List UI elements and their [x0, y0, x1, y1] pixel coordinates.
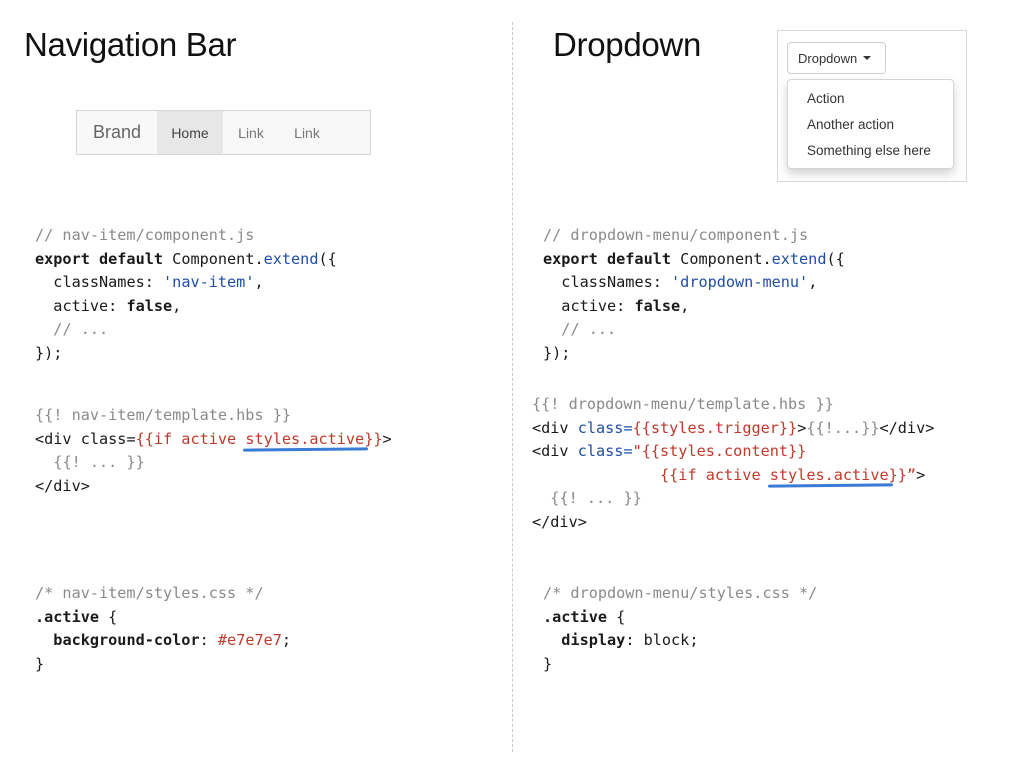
code-text: , [680, 296, 690, 315]
code-comment: // ... [561, 320, 617, 338]
code-value: #e7e7e7 [217, 631, 282, 649]
code-expression: {{styles.trigger}} [632, 418, 798, 437]
dropdown-menu-template-hbs-code: {{! dropdown-menu/template.hbs }} <div c… [532, 393, 934, 534]
code-text: , [172, 296, 182, 315]
code-comment: {{! dropdown-menu/template.hbs }} [532, 395, 834, 413]
dropdown-item-another-action[interactable]: Another action [788, 112, 953, 138]
code-comment: /* dropdown-menu/styles.css */ [543, 584, 818, 602]
dropdown-demo: Dropdown Action Another action Something… [777, 30, 967, 182]
code-text: { [607, 607, 626, 626]
code-string: 'nav-item' [163, 273, 255, 291]
code-expression: }}” [888, 465, 917, 484]
code-key: classNames: [561, 273, 672, 291]
code-property: display [561, 631, 626, 649]
code-expression: "{{styles.content}} [632, 442, 807, 460]
code-attr: class= [568, 442, 633, 460]
caret-down-icon [863, 56, 872, 60]
code-comment: // dropdown-menu/component.js [543, 226, 809, 244]
nav-item-component-js-code: // nav-item/component.js export default … [35, 224, 337, 365]
nav-item-link[interactable]: Link [223, 111, 279, 154]
code-attr: class= [568, 418, 633, 437]
nav-item-home[interactable]: Home [157, 111, 223, 154]
nav-item-template-hbs-code: {{! nav-item/template.hbs }} <div class=… [35, 404, 392, 498]
code-key: active: [561, 296, 635, 315]
code-selector: .active [543, 607, 608, 626]
nav-item-styles-css-code: /* nav-item/styles.css */ .active { back… [35, 582, 291, 676]
highlighted-expression: styles.active [245, 429, 365, 448]
code-text: ({ [826, 249, 845, 268]
code-method: extend [771, 249, 827, 268]
code-comment: // nav-item/component.js [35, 226, 255, 244]
code-keyword: false [634, 296, 681, 315]
code-tag: </div> [35, 476, 90, 495]
highlighted-expression: styles.active [769, 465, 889, 484]
code-text: } [35, 654, 45, 673]
code-property: background-color [53, 631, 200, 649]
dropdown-item-action[interactable]: Action [788, 86, 953, 112]
code-string: 'dropdown-menu' [671, 273, 809, 291]
code-expression: {{if active [660, 465, 770, 484]
code-comment: {{! nav-item/template.hbs }} [35, 406, 292, 424]
code-text: } [543, 654, 553, 673]
code-keyword: export default [35, 249, 164, 268]
code-tag: <div [532, 418, 569, 437]
code-tag: > [797, 418, 807, 437]
code-key: active: [53, 296, 127, 315]
dropdown-button-label: Dropdown [798, 50, 858, 66]
navbar-demo: Brand Home Link Link [76, 110, 371, 155]
code-comment: // ... [53, 320, 109, 338]
code-attr: class= [71, 429, 136, 448]
dropdown-menu: Action Another action Something else her… [787, 79, 954, 169]
code-text: Component. [680, 249, 772, 268]
navbar-brand[interactable]: Brand [77, 111, 157, 154]
code-text: ({ [318, 249, 337, 268]
dropdown-title: Dropdown [553, 26, 702, 63]
code-tag: <div [532, 442, 569, 460]
code-text: { [99, 607, 118, 626]
code-keyword: export default [543, 249, 672, 268]
code-keyword: false [126, 296, 173, 315]
dropdown-button[interactable]: Dropdown [787, 42, 886, 74]
code-expression: {{if active [135, 429, 246, 448]
code-text: }); [35, 343, 63, 362]
code-comment: {{!...}} [806, 418, 880, 437]
code-text: : [625, 631, 644, 649]
column-divider [512, 22, 513, 752]
code-text: ; [281, 631, 292, 649]
code-comment: /* nav-item/styles.css */ [35, 584, 264, 602]
code-selector: .active [35, 607, 100, 626]
dropdown-menu-component-js-code: // dropdown-menu/component.js export def… [543, 224, 845, 365]
code-value: block [643, 631, 690, 649]
code-tag: </div> [532, 512, 587, 531]
code-key: classNames: [53, 273, 164, 291]
code-text: , [808, 273, 818, 291]
navigation-bar-title: Navigation Bar [24, 26, 237, 63]
code-tag: </div> [879, 418, 935, 437]
code-text: Component. [172, 249, 264, 268]
code-tag: <div [35, 429, 72, 448]
code-text: : [199, 631, 218, 649]
code-method: extend [263, 249, 319, 268]
code-comment: {{! ... }} [550, 489, 642, 507]
dropdown-item-something-else[interactable]: Something else here [788, 138, 953, 164]
nav-item-link[interactable]: Link [279, 111, 335, 154]
code-tag: > [916, 465, 926, 484]
code-text: ; [689, 631, 699, 649]
code-comment: {{! ... }} [53, 453, 145, 471]
code-expression: }} [364, 429, 383, 448]
code-tag: > [382, 429, 392, 448]
code-text: }); [543, 343, 571, 362]
code-text: , [254, 273, 264, 291]
dropdown-menu-styles-css-code: /* dropdown-menu/styles.css */ .active {… [543, 582, 817, 676]
